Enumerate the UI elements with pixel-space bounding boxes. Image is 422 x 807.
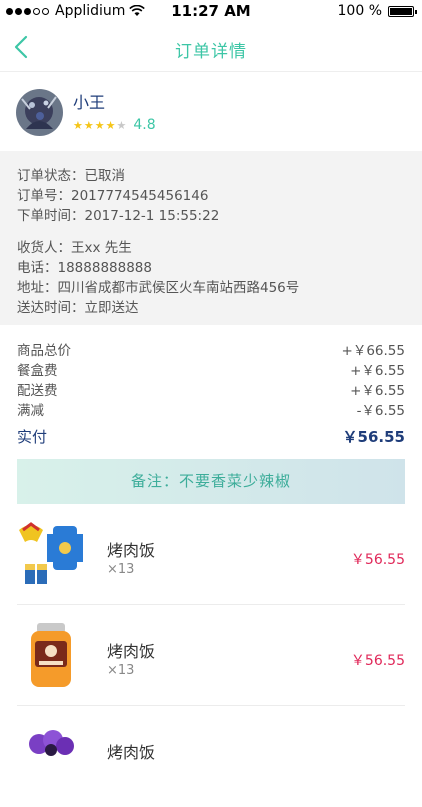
- product-name: 烤肉饭: [107, 541, 156, 560]
- price-row-discount: 满减 -￥6.55: [17, 399, 405, 419]
- price-value: +￥66.55: [341, 343, 405, 359]
- status-bar: Applidium 11:27 AM 100 %: [0, 0, 422, 22]
- star-icon: ★: [83, 118, 94, 132]
- price-label: 配送费: [17, 383, 58, 399]
- list-item[interactable]: 烤肉饭: [0, 707, 422, 807]
- rating-stars: ★ ★ ★ ★ ★ 4.8: [73, 117, 156, 133]
- nav-bar: 订单详情: [0, 24, 422, 72]
- seller-name: 小王: [73, 93, 106, 112]
- paid-value: ￥56.55: [342, 428, 405, 446]
- avatar: [16, 89, 63, 136]
- price-row-goods: 商品总价 +￥66.55: [17, 339, 405, 359]
- product-image: [17, 722, 85, 790]
- price-label: 满减: [17, 403, 44, 419]
- remark-box: 备注：不要香菜少辣椒: [17, 459, 405, 504]
- rating-value: 4.8: [133, 117, 156, 133]
- price-row-delivery: 配送费 +￥6.55: [17, 379, 405, 399]
- paid-label: 实付: [17, 428, 48, 446]
- paid-row: 实付 ￥56.55: [17, 426, 405, 447]
- product-name: 烤肉饭: [107, 642, 156, 661]
- order-number: 订单号：2017774545456146: [17, 188, 209, 204]
- status-right: 100 %: [337, 3, 417, 19]
- price-value: +￥6.55: [350, 363, 405, 379]
- order-status: 订单状态：已取消: [17, 168, 125, 184]
- star-icon: ★: [94, 118, 105, 132]
- product-qty: ×13: [107, 562, 135, 577]
- list-item[interactable]: 烤肉饭 ×13 ￥56.55: [0, 606, 422, 706]
- star-empty-icon: ★: [116, 118, 127, 132]
- address: 地址：四川省成都市武侯区火车南站西路456号: [17, 280, 300, 296]
- divider: [17, 604, 405, 605]
- product-image: [17, 520, 85, 588]
- product-name: 烤肉饭: [107, 743, 156, 762]
- seller-card[interactable]: 小王 ★ ★ ★ ★ ★ 4.8: [0, 72, 422, 151]
- star-icon: ★: [73, 118, 83, 132]
- product-image: [17, 621, 85, 689]
- price-row-box: 餐盒费 +￥6.55: [17, 359, 405, 379]
- price-label: 商品总价: [17, 343, 71, 359]
- battery-text: 100 %: [337, 3, 382, 19]
- page-title: 订单详情: [175, 42, 247, 62]
- price-value: -￥6.55: [356, 403, 405, 419]
- list-item[interactable]: 烤肉饭 ×13 ￥56.55: [0, 505, 422, 605]
- product-qty: ×13: [107, 663, 135, 678]
- price-label: 餐盒费: [17, 363, 58, 379]
- order-info: 订单状态：已取消 订单号：2017774545456146 下单时间：2017-…: [0, 151, 422, 325]
- phone[interactable]: 电话：18888888888: [17, 256, 152, 276]
- product-price: ￥56.55: [350, 653, 405, 669]
- divider: [17, 705, 405, 706]
- receiver: 收货人：王xx 先生: [17, 240, 132, 256]
- product-price: ￥56.55: [350, 552, 405, 568]
- price-value: +￥6.55: [350, 383, 405, 399]
- battery-icon: [388, 5, 417, 17]
- order-time: 下单时间：2017-12-1 15:55:22: [17, 208, 220, 224]
- delivery-time: 送达时间：立即送达: [17, 300, 139, 316]
- star-icon: ★: [105, 118, 116, 132]
